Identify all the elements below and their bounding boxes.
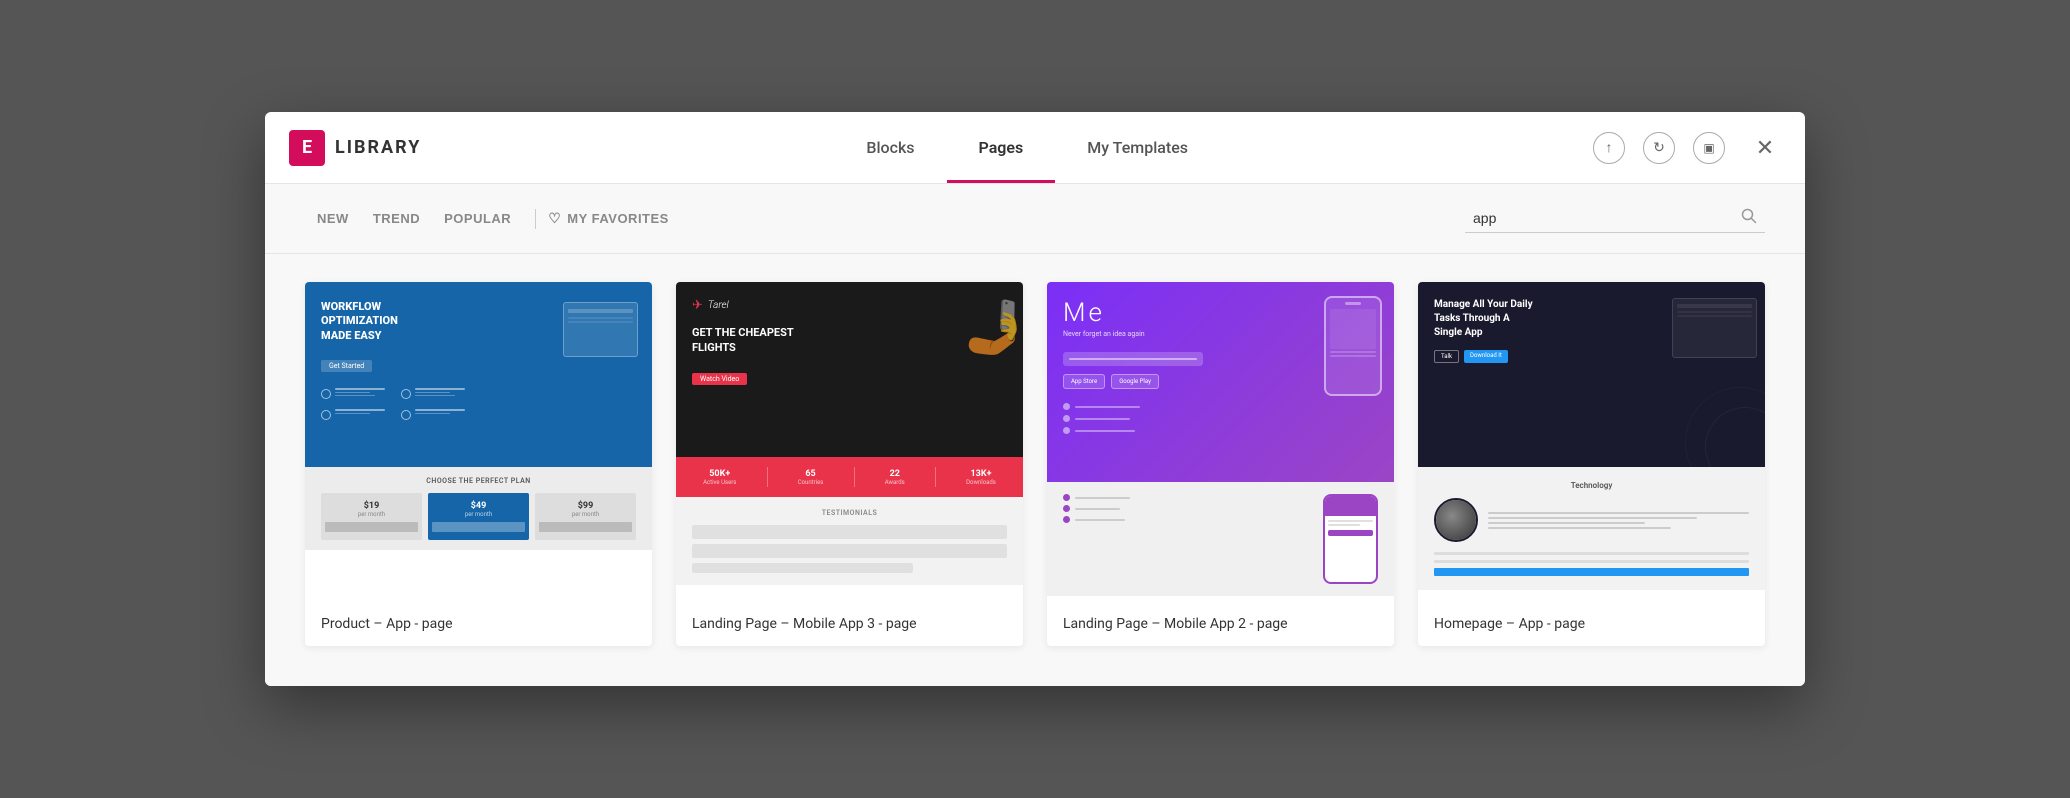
card3-phone-mockup: [1324, 296, 1382, 396]
card1-bottom-section: CHOOSE THE PERFECT PLAN $19 per month $4…: [305, 467, 652, 550]
template-card-1[interactable]: WORKFLOWOPTIMIZATIONMADE EASY Get Starte…: [305, 282, 652, 646]
card2-title: Landing Page – Mobile App 3 - page: [676, 602, 1023, 646]
search-icon: [1741, 208, 1757, 228]
card1-headline: WORKFLOWOPTIMIZATIONMADE EASY: [321, 300, 441, 343]
search-input[interactable]: [1473, 210, 1733, 226]
modal-dialog: E LIBRARY Blocks Pages My Templates ↑ ↻: [265, 112, 1805, 686]
modal-header: E LIBRARY Blocks Pages My Templates ↑ ↻: [265, 112, 1805, 184]
filter-trend[interactable]: TREND: [361, 205, 432, 232]
card2-btn: Watch Video: [692, 373, 747, 385]
header-actions: ↑ ↻ ▣ ✕: [1593, 132, 1781, 164]
template-card-4[interactable]: Manage All Your Daily Tasks Through A Si…: [1418, 282, 1765, 646]
card4-headline: Manage All Your Daily Tasks Through A Si…: [1434, 298, 1534, 340]
card1-cta: Get Started: [321, 360, 372, 372]
card2-logo: ✈ Tarel: [692, 298, 1007, 313]
filter-new[interactable]: NEW: [305, 205, 361, 232]
tab-my-templates[interactable]: My Templates: [1055, 112, 1220, 183]
tab-blocks[interactable]: Blocks: [834, 112, 946, 183]
heart-icon: ♡: [548, 210, 561, 227]
filter-divider: [535, 209, 536, 229]
filter-my-favorites[interactable]: ♡ MY FAVORITES: [548, 210, 669, 227]
card3-bottom: [1047, 482, 1394, 596]
search-area: [1465, 204, 1765, 233]
refresh-button[interactable]: ↻: [1643, 132, 1675, 164]
logo-area: E LIBRARY: [289, 130, 421, 166]
card2-testimonials: TESTIMONIALS: [676, 497, 1023, 585]
tab-pages[interactable]: Pages: [947, 112, 1056, 183]
card4-title: Homepage – App - page: [1418, 602, 1765, 646]
card3-preview: PRO Me Never forget an idea again App St…: [1047, 282, 1394, 602]
save-button[interactable]: ▣: [1693, 132, 1725, 164]
card1-pricing-row: $19 per month $49 per month $99 per mont…: [321, 493, 636, 540]
card2-hand-icon: 🤳: [963, 297, 1023, 358]
card1-title: Product – App - page: [305, 602, 652, 646]
card4-camera-row: [1434, 498, 1749, 542]
template-card-3[interactable]: PRO Me Never forget an idea again App St…: [1047, 282, 1394, 646]
library-title: LIBRARY: [335, 137, 421, 158]
card4-preview: Manage All Your Daily Tasks Through A Si…: [1418, 282, 1765, 602]
upload-button[interactable]: ↑: [1593, 132, 1625, 164]
filter-popular[interactable]: POPULAR: [432, 205, 523, 232]
save-icon: ▣: [1703, 141, 1714, 155]
filters-bar: NEW TREND POPULAR ♡ MY FAVORITES: [265, 184, 1805, 254]
card3-features: [1063, 403, 1378, 434]
card3-search-bar: [1063, 352, 1203, 366]
card1-screen-mockup: [563, 302, 638, 357]
card4-bottom-section: Technology: [1418, 467, 1765, 590]
card4-laptop-mockup: [1672, 298, 1757, 358]
card2-preview: PRO ✈ Tarel GET THE CHEAPEST FLIGHTS Wat…: [676, 282, 1023, 602]
template-cards-grid: WORKFLOWOPTIMIZATIONMADE EASY Get Starte…: [265, 254, 1805, 686]
refresh-icon: ↻: [1653, 140, 1665, 156]
card1-feature-row-2: [321, 409, 636, 420]
close-icon: ✕: [1756, 135, 1774, 161]
elementor-logo-icon: E: [289, 130, 325, 166]
close-button[interactable]: ✕: [1749, 132, 1781, 164]
tabs-navigation: Blocks Pages My Templates: [461, 112, 1593, 183]
upload-icon: ↑: [1606, 139, 1613, 156]
card2-stats: 50K+ Active Users 65 Countries 22 Awards: [676, 457, 1023, 497]
template-card-2[interactable]: PRO ✈ Tarel GET THE CHEAPEST FLIGHTS Wat…: [676, 282, 1023, 646]
card1-feature-row-1: [321, 388, 636, 399]
card1-preview: WORKFLOWOPTIMIZATIONMADE EASY Get Starte…: [305, 282, 652, 602]
card3-title: Landing Page – Mobile App 2 - page: [1047, 602, 1394, 646]
card2-headline: GET THE CHEAPEST FLIGHTS: [692, 325, 802, 356]
